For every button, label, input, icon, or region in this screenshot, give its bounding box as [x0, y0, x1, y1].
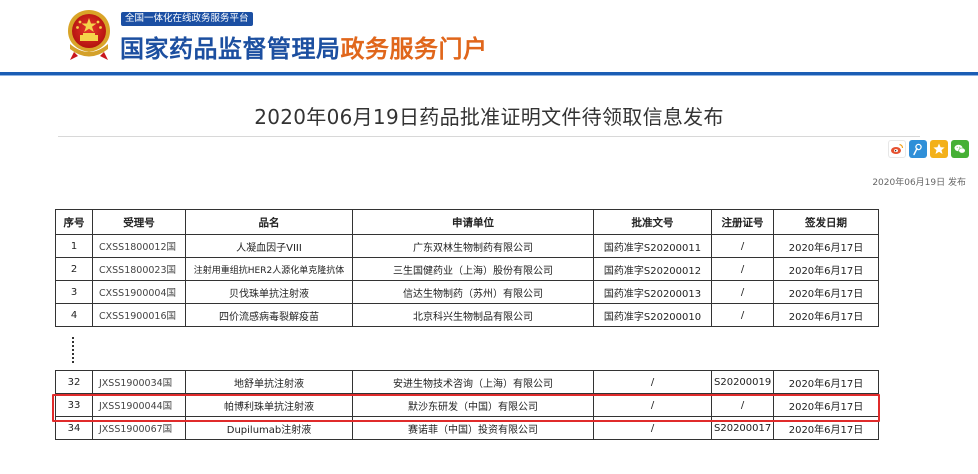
cell-approval-no: 国药准字S20200011 — [593, 234, 712, 258]
qzone-icon — [933, 143, 945, 154]
tencent-weibo-icon — [913, 143, 922, 156]
cell-issue-date: 2020年6月17日 — [773, 370, 879, 394]
approval-table: 序号 受理号 品名 申请单位 批准文号 注册证号 签发日期 1 CXSS1800… — [55, 209, 879, 327]
table-header-row: 序号 受理号 品名 申请单位 批准文号 注册证号 签发日期 — [55, 209, 879, 235]
column-header-product-name: 品名 — [185, 209, 353, 235]
site-title-main: 国家药品监督管理局 — [120, 35, 341, 63]
weibo-icon — [891, 143, 904, 154]
column-header-issue-date: 签发日期 — [773, 209, 879, 235]
cell-index: 4 — [55, 303, 93, 327]
column-header-index: 序号 — [55, 209, 93, 235]
cell-registration-no: S20200019 — [711, 370, 774, 394]
cell-approval-no: / — [593, 370, 712, 394]
cell-acceptance-no: JXSS1900034国 — [92, 370, 186, 394]
site-title-sub: 政务服务门户 — [340, 35, 488, 63]
wechat-share-button[interactable] — [951, 140, 969, 158]
cell-index: 3 — [55, 280, 93, 304]
table-row: 32 JXSS1900034国 地舒单抗注射液 安进生物技术咨询（上海）有限公司… — [55, 370, 879, 394]
cell-index: 1 — [55, 234, 93, 258]
cell-product-name: 四价流感病毒裂解疫苗 — [185, 303, 353, 327]
cell-product-name: 人凝血因子VIII — [185, 234, 353, 258]
cell-registration-no: / — [711, 257, 774, 281]
cell-applicant: 安进生物技术咨询（上海）有限公司 — [352, 370, 594, 394]
cell-issue-date: 2020年6月17日 — [773, 257, 879, 281]
cell-acceptance-no: CXSS1800012国 — [92, 234, 186, 258]
title-divider — [58, 136, 920, 137]
site-header: 全国一体化在线政务服务平台 国家药品监督管理局政务服务门户 — [0, 0, 978, 76]
omitted-rows-ellipsis — [70, 337, 76, 365]
cell-applicant: 广东双林生物制药有限公司 — [352, 234, 594, 258]
tencent-weibo-share-button[interactable] — [909, 140, 927, 158]
qzone-share-button[interactable] — [930, 140, 948, 158]
table-row: 3 CXSS1900004国 贝伐珠单抗注射液 信达生物制药（苏州）有限公司 国… — [55, 280, 879, 304]
table-row: 1 CXSS1800012国 人凝血因子VIII 广东双林生物制药有限公司 国药… — [55, 234, 879, 258]
row-highlight-box — [52, 394, 880, 422]
table-row: 4 CXSS1900016国 四价流感病毒裂解疫苗 北京科兴生物制品有限公司 国… — [55, 303, 879, 327]
cell-applicant: 三生国健药业（上海）股份有限公司 — [352, 257, 594, 281]
site-title[interactable]: 国家药品监督管理局政务服务门户 — [120, 29, 488, 64]
column-header-approval-no: 批准文号 — [593, 209, 712, 235]
cell-product-name: 注射用重组抗HER2人源化单克隆抗体 — [185, 257, 353, 281]
table-row: 2 CXSS1800023国 注射用重组抗HER2人源化单克隆抗体 三生国健药业… — [55, 257, 879, 281]
national-emblem-icon — [68, 10, 110, 60]
cell-acceptance-no: CXSS1900016国 — [92, 303, 186, 327]
cell-index: 2 — [55, 257, 93, 281]
cell-index: 32 — [55, 370, 93, 394]
column-header-registration-no: 注册证号 — [711, 209, 774, 235]
cell-registration-no: / — [711, 303, 774, 327]
publish-date: 2020年06月19日 发布 — [872, 178, 966, 188]
wechat-icon — [954, 144, 966, 154]
column-header-applicant: 申请单位 — [352, 209, 594, 235]
weibo-share-button[interactable] — [888, 140, 906, 158]
cell-applicant: 北京科兴生物制品有限公司 — [352, 303, 594, 327]
cell-approval-no: 国药准字S20200012 — [593, 257, 712, 281]
cell-registration-no: / — [711, 234, 774, 258]
cell-approval-no: 国药准字S20200010 — [593, 303, 712, 327]
cell-issue-date: 2020年6月17日 — [773, 234, 879, 258]
cell-issue-date: 2020年6月17日 — [773, 280, 879, 304]
platform-badge[interactable]: 全国一体化在线政务服务平台 — [121, 12, 253, 26]
header-divider-light — [0, 75, 978, 76]
cell-product-name: 贝伐珠单抗注射液 — [185, 280, 353, 304]
cell-approval-no: 国药准字S20200013 — [593, 280, 712, 304]
column-header-acceptance-no: 受理号 — [92, 209, 186, 235]
cell-acceptance-no: CXSS1900004国 — [92, 280, 186, 304]
cell-product-name: 地舒单抗注射液 — [185, 370, 353, 394]
cell-applicant: 信达生物制药（苏州）有限公司 — [352, 280, 594, 304]
cell-acceptance-no: CXSS1800023国 — [92, 257, 186, 281]
cell-issue-date: 2020年6月17日 — [773, 303, 879, 327]
page-title: 2020年06月19日药品批准证明文件待领取信息发布 — [254, 105, 724, 129]
cell-registration-no: / — [711, 280, 774, 304]
